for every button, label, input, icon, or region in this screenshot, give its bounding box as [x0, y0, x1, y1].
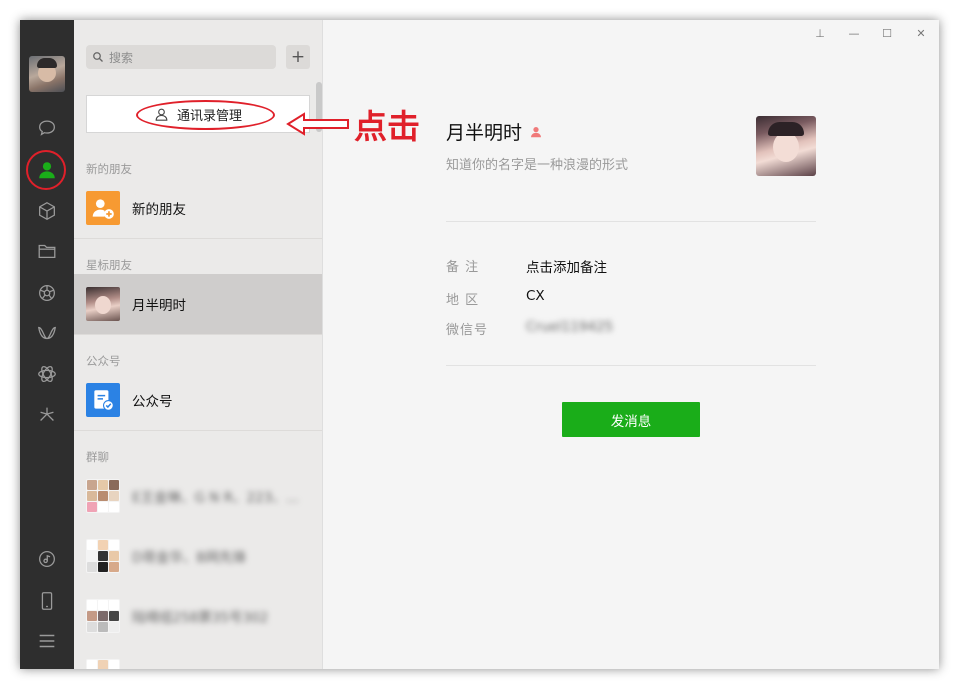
- female-icon: [531, 126, 541, 137]
- list-item-label: 月半明时: [132, 298, 186, 314]
- group-avatar: [86, 539, 120, 573]
- group-avatar: [86, 599, 120, 633]
- search-placeholder: 搜索: [109, 50, 134, 65]
- profile-name-text: 月半明时: [446, 122, 523, 144]
- profile-signature: 知道你的名字是一种浪漫的形式: [446, 158, 629, 173]
- close-icon: ✕: [916, 26, 926, 40]
- profile-avatar[interactable]: [756, 116, 816, 176]
- add-button[interactable]: +: [286, 45, 310, 69]
- list-item-group[interactable]: [74, 646, 322, 669]
- minimize-button[interactable]: —: [842, 24, 866, 42]
- section-title-starred: 星标朋友: [86, 258, 132, 272]
- moments-icon[interactable]: [34, 280, 60, 306]
- minimize-icon: —: [848, 26, 860, 40]
- contacts-icon[interactable]: [34, 157, 60, 183]
- search-discover-icon[interactable]: [34, 402, 60, 428]
- divider: [446, 221, 816, 222]
- search-icon: [93, 52, 103, 62]
- divider: [74, 334, 322, 335]
- menu-icon[interactable]: [34, 628, 60, 654]
- list-item-group[interactable]: D哥金华、B网先锋: [74, 526, 322, 586]
- maximize-icon: ☐: [882, 26, 892, 40]
- favorites-icon[interactable]: [34, 198, 60, 224]
- wechat-id-value: Cruel119425: [526, 319, 614, 335]
- region-label: 地 区: [446, 293, 480, 308]
- send-message-button[interactable]: 发消息: [562, 402, 700, 437]
- chat-icon[interactable]: [34, 115, 60, 141]
- music-icon[interactable]: [34, 546, 60, 572]
- phone-icon[interactable]: [34, 588, 60, 614]
- annotation-ellipse: [136, 100, 275, 130]
- group-avatar: [86, 479, 120, 513]
- list-item-label: 新的朋友: [132, 202, 186, 218]
- close-button[interactable]: ✕: [909, 24, 933, 42]
- divider: [446, 365, 816, 366]
- list-item-official-accounts[interactable]: 公众号: [74, 370, 322, 430]
- nav-rail: [20, 20, 74, 669]
- list-item-group[interactable]: E王金琳、G N R、223、...: [74, 466, 322, 526]
- search-input[interactable]: 搜索: [86, 45, 276, 69]
- arrow-left-icon: [286, 112, 349, 136]
- official-account-icon: [86, 383, 120, 417]
- profile-panel: ⊥ — ☐ ✕ 点击 月半明时 知道你的名字是一种浪漫的形式 备 注 点击添加备…: [286, 20, 939, 669]
- list-item-label: 陆晴组258票35号302: [132, 610, 269, 626]
- section-title-groups: 群聊: [86, 450, 109, 464]
- list-item-label: 公众号: [132, 394, 173, 410]
- pin-icon: ⊥: [815, 26, 825, 40]
- list-item-starred-friend[interactable]: 月半明时: [74, 274, 322, 334]
- pin-button[interactable]: ⊥: [808, 24, 832, 42]
- list-item-new-friends[interactable]: 新的朋友: [74, 178, 322, 238]
- folder-icon[interactable]: [34, 238, 60, 264]
- list-item-group[interactable]: 陆晴组258票35号302: [74, 586, 322, 646]
- group-avatar: [86, 659, 120, 669]
- region-value: CX: [526, 288, 545, 304]
- maximize-button[interactable]: ☐: [875, 24, 899, 42]
- wechat-id-label: 微信号: [446, 323, 489, 338]
- add-friend-icon: [86, 191, 120, 225]
- divider: [74, 238, 322, 239]
- wechat-window: 搜索 + 通讯录管理 新的朋友 新的朋友 星标朋友 月半明时 公众号 公众号 群…: [20, 20, 939, 669]
- annotation-arrow: 点击: [286, 100, 420, 148]
- user-avatar[interactable]: [29, 56, 65, 92]
- profile-name: 月半明时: [446, 118, 543, 145]
- section-title-official: 公众号: [86, 354, 121, 368]
- friend-avatar: [86, 287, 120, 321]
- list-item-label: D哥金华、B网先锋: [132, 550, 247, 566]
- remark-value[interactable]: 点击添加备注: [526, 256, 607, 276]
- section-title-new-friends: 新的朋友: [86, 162, 132, 176]
- list-item-label: E王金琳、G N R、223、...: [132, 490, 299, 506]
- channels-icon[interactable]: [34, 320, 60, 346]
- annotation-text: 点击: [354, 107, 420, 146]
- divider: [74, 430, 322, 431]
- miniprogram-icon[interactable]: [34, 361, 60, 387]
- remark-label: 备 注: [446, 260, 480, 275]
- plus-icon: +: [290, 47, 306, 67]
